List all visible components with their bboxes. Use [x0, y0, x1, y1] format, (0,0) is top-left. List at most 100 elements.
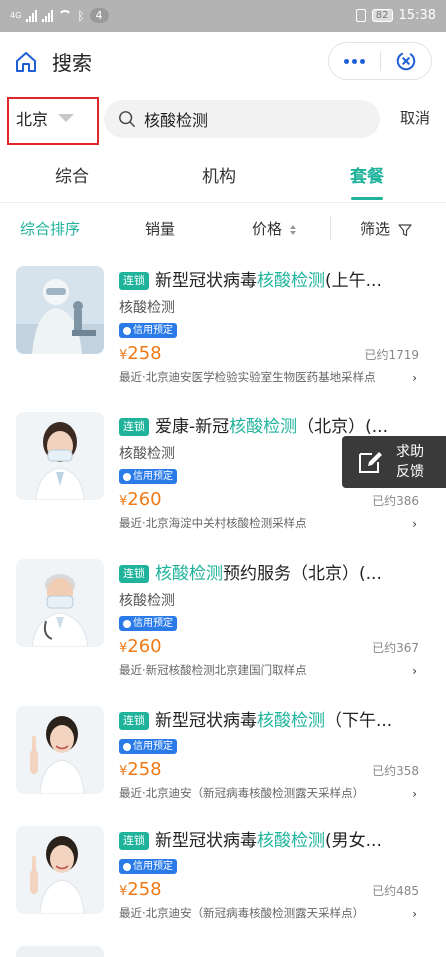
credit-badge: 信用预定 [119, 859, 177, 874]
chevron-right-icon: › [412, 370, 417, 385]
price-row: ¥258 已约358 [119, 759, 429, 781]
list-item[interactable]: 连锁 新型冠状病毒核酸检测(上午... 核酸检测 信用预定 ¥258 已约1719… [0, 266, 446, 396]
sold-count: 已约386 [372, 493, 419, 508]
chain-badge: 连锁 [119, 832, 149, 850]
title-prefix: 爱康-新冠 [155, 417, 230, 437]
item-title: 连锁 新型冠状病毒核酸检测(上午... [119, 269, 409, 293]
filter-button[interactable]: 筛选 [360, 218, 412, 239]
list-item[interactable]: 连锁 新型冠状病毒核酸检测（下午... 信用预定 ¥258 已约358 最近·北京… [0, 706, 446, 816]
next-item-thumbnail [16, 946, 104, 957]
signal-type-label: 4G [10, 11, 22, 20]
item-subtitle: 核酸检测 [119, 300, 175, 316]
item-price: ¥258 [119, 342, 162, 364]
price-row: ¥260 已约367 [119, 636, 429, 658]
more-options-button[interactable] [329, 58, 380, 64]
price-value: 258 [127, 342, 162, 364]
sort-comprehensive[interactable]: 综合排序 [20, 218, 80, 239]
item-subtitle: 核酸检测 [119, 593, 175, 609]
credit-icon [123, 862, 131, 871]
page-title: 搜索 [52, 51, 92, 75]
search-query: 核酸检测 [144, 111, 209, 130]
title-prefix: 新型冠状病毒 [155, 711, 257, 731]
item-price: ¥260 [119, 488, 162, 510]
list-item[interactable]: 连锁 核酸检测预约服务（北京）(... 核酸检测 信用预定 ¥260 已约367 … [0, 559, 446, 689]
sort-price[interactable]: 价格 [252, 218, 297, 239]
item-price: ¥258 [119, 758, 162, 780]
title-highlight: 核酸检测 [257, 271, 325, 291]
chain-badge: 连锁 [119, 712, 149, 730]
search-input[interactable]: 核酸检测 [104, 100, 380, 138]
title-suffix: (上午... [325, 271, 382, 291]
sort-price-label: 价格 [252, 220, 283, 238]
home-icon[interactable] [14, 50, 38, 74]
chevron-right-icon: › [412, 663, 417, 678]
female-doctor-pointing-icon [16, 706, 104, 794]
item-location: 最近·北京迪安（新冠病毒核酸检测露天采样点） › [119, 905, 417, 921]
chevron-right-icon: › [412, 906, 417, 921]
chain-badge: 连锁 [119, 272, 149, 290]
signal-icon [26, 9, 38, 22]
cancel-button[interactable]: 取消 [400, 107, 430, 128]
tab-bar: 综合 机构 套餐 [0, 150, 446, 202]
credit-badge: 信用预定 [119, 616, 177, 631]
list-item[interactable]: 连锁 新型冠状病毒核酸检测(男女... 信用预定 ¥258 已约485 最近·北京… [0, 826, 446, 936]
chain-badge: 连锁 [119, 418, 149, 436]
help-feedback-button[interactable]: 求助 反馈 [342, 436, 446, 488]
chevron-right-icon: › [412, 786, 417, 801]
item-location: 最近·北京迪安医学检验实验室生物医药基地采样点 › [119, 369, 417, 385]
feedback-label: 求助 反馈 [396, 442, 424, 482]
credit-label: 信用预定 [133, 471, 173, 482]
item-location: 最近·新冠核酸检测北京建国门取样点 › [119, 662, 417, 678]
credit-badge: 信用预定 [119, 469, 177, 484]
credit-icon [123, 326, 131, 335]
item-location: 最近·北京海淀中关村核酸检测采样点 › [119, 515, 417, 531]
title-highlight: 核酸检测 [257, 831, 325, 851]
female-doctor-mask-icon [16, 412, 104, 500]
tab-institutions[interactable]: 机构 [179, 162, 259, 187]
sort-sales[interactable]: 销量 [145, 218, 175, 239]
credit-label: 信用预定 [133, 325, 173, 336]
item-location: 最近·北京迪安（新冠病毒核酸检测露天采样点） › [119, 785, 417, 801]
location-text: 最近·北京海淀中关村核酸检测采样点 [119, 515, 307, 530]
feedback-line-2: 反馈 [396, 464, 424, 480]
credit-label: 信用预定 [133, 618, 173, 629]
battery-icon: 82 [371, 9, 393, 22]
annotation-highlight-box [7, 97, 99, 145]
location-text: 最近·北京迪安（新冠病毒核酸检测露天采样点） [119, 905, 365, 920]
close-button[interactable] [381, 50, 432, 72]
title-prefix: 新型冠状病毒 [155, 271, 257, 291]
bluetooth-icon: ᛒ [77, 8, 85, 23]
item-title: 连锁 核酸检测预约服务（北京）(... [119, 562, 409, 586]
title-suffix: （北京）(... [297, 417, 388, 437]
price-row: ¥258 已约1719 [119, 343, 429, 365]
sort-divider [330, 215, 331, 241]
title-highlight: 核酸检测 [229, 417, 298, 437]
clock: 15:38 [398, 8, 436, 23]
edit-icon [359, 452, 382, 473]
title-prefix: 新型冠状病毒 [155, 831, 257, 851]
signal-icon-2 [42, 9, 54, 22]
title-suffix: （下午... [325, 711, 393, 731]
credit-label: 信用预定 [133, 861, 173, 872]
sold-count: 已约358 [372, 763, 419, 778]
item-title: 连锁 新型冠状病毒核酸检测（下午... [119, 709, 409, 733]
filter-label: 筛选 [360, 220, 391, 238]
header: 搜索 [0, 32, 446, 90]
tab-packages[interactable]: 套餐 [327, 162, 407, 187]
credit-label: 信用预定 [133, 741, 173, 752]
vibrate-icon [355, 9, 366, 22]
male-doctor-mask-icon [16, 559, 104, 647]
active-tab-indicator [351, 197, 383, 200]
sold-count: 已约1719 [364, 347, 419, 362]
sort-arrows-icon [289, 224, 296, 235]
item-price: ¥260 [119, 635, 162, 657]
title-suffix: (男女... [325, 831, 382, 851]
location-text: 最近·北京迪安医学检验实验室生物医药基地采样点 [119, 369, 376, 384]
credit-badge: 信用预定 [119, 739, 177, 754]
item-title: 连锁 新型冠状病毒核酸检测(男女... [119, 829, 409, 853]
tab-comprehensive[interactable]: 综合 [32, 162, 112, 187]
search-icon [119, 111, 135, 127]
sort-bar: 综合排序 销量 价格 筛选 [0, 202, 446, 252]
credit-badge: 信用预定 [119, 323, 177, 338]
item-price: ¥258 [119, 878, 162, 900]
